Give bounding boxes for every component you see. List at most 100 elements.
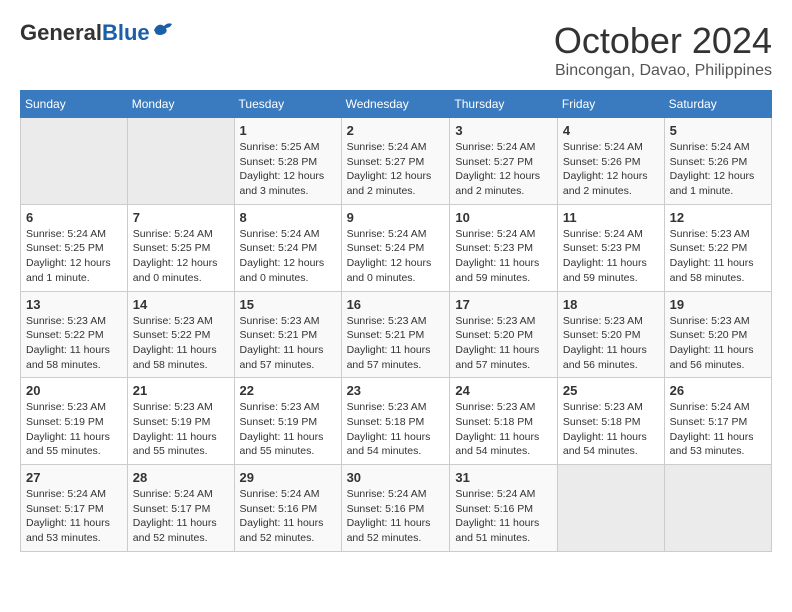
weekday-header-cell: Wednesday (341, 91, 450, 118)
calendar-cell: 9 Sunrise: 5:24 AMSunset: 5:24 PMDayligh… (341, 204, 450, 291)
day-info: Sunrise: 5:24 AMSunset: 5:16 PMDaylight:… (347, 487, 445, 546)
day-number: 2 (347, 123, 445, 138)
day-info: Sunrise: 5:24 AMSunset: 5:17 PMDaylight:… (670, 400, 766, 459)
day-number: 11 (563, 210, 659, 225)
day-number: 13 (26, 297, 122, 312)
weekday-header-row: SundayMondayTuesdayWednesdayThursdayFrid… (21, 91, 772, 118)
day-number: 7 (133, 210, 229, 225)
day-info: Sunrise: 5:23 AMSunset: 5:20 PMDaylight:… (563, 314, 659, 373)
calendar-cell: 13 Sunrise: 5:23 AMSunset: 5:22 PMDaylig… (21, 291, 128, 378)
weekday-header-cell: Sunday (21, 91, 128, 118)
logo-text: GeneralBlue (20, 20, 150, 46)
day-info: Sunrise: 5:23 AMSunset: 5:18 PMDaylight:… (455, 400, 552, 459)
day-number: 10 (455, 210, 552, 225)
day-number: 23 (347, 383, 445, 398)
day-number: 17 (455, 297, 552, 312)
calendar-week-row: 13 Sunrise: 5:23 AMSunset: 5:22 PMDaylig… (21, 291, 772, 378)
weekday-header-cell: Monday (127, 91, 234, 118)
day-info: Sunrise: 5:24 AMSunset: 5:25 PMDaylight:… (26, 227, 122, 286)
calendar-cell (127, 118, 234, 205)
calendar-cell: 10 Sunrise: 5:24 AMSunset: 5:23 PMDaylig… (450, 204, 558, 291)
day-info: Sunrise: 5:24 AMSunset: 5:24 PMDaylight:… (347, 227, 445, 286)
day-info: Sunrise: 5:24 AMSunset: 5:24 PMDaylight:… (240, 227, 336, 286)
logo: GeneralBlue (20, 20, 174, 46)
calendar-cell: 30 Sunrise: 5:24 AMSunset: 5:16 PMDaylig… (341, 465, 450, 552)
day-number: 5 (670, 123, 766, 138)
calendar-cell: 6 Sunrise: 5:24 AMSunset: 5:25 PMDayligh… (21, 204, 128, 291)
header: GeneralBlue October 2024 Bincongan, Dava… (20, 20, 772, 80)
calendar-cell: 20 Sunrise: 5:23 AMSunset: 5:19 PMDaylig… (21, 378, 128, 465)
calendar-cell: 23 Sunrise: 5:23 AMSunset: 5:18 PMDaylig… (341, 378, 450, 465)
day-number: 27 (26, 470, 122, 485)
day-info: Sunrise: 5:24 AMSunset: 5:16 PMDaylight:… (455, 487, 552, 546)
day-number: 25 (563, 383, 659, 398)
calendar-cell: 3 Sunrise: 5:24 AMSunset: 5:27 PMDayligh… (450, 118, 558, 205)
day-number: 8 (240, 210, 336, 225)
day-number: 6 (26, 210, 122, 225)
calendar-cell: 4 Sunrise: 5:24 AMSunset: 5:26 PMDayligh… (557, 118, 664, 205)
calendar-cell: 25 Sunrise: 5:23 AMSunset: 5:18 PMDaylig… (557, 378, 664, 465)
day-info: Sunrise: 5:23 AMSunset: 5:21 PMDaylight:… (347, 314, 445, 373)
calendar-week-row: 1 Sunrise: 5:25 AMSunset: 5:28 PMDayligh… (21, 118, 772, 205)
calendar-cell: 18 Sunrise: 5:23 AMSunset: 5:20 PMDaylig… (557, 291, 664, 378)
day-info: Sunrise: 5:24 AMSunset: 5:26 PMDaylight:… (670, 140, 766, 199)
day-number: 24 (455, 383, 552, 398)
weekday-header-cell: Tuesday (234, 91, 341, 118)
calendar-body: 1 Sunrise: 5:25 AMSunset: 5:28 PMDayligh… (21, 118, 772, 552)
day-number: 30 (347, 470, 445, 485)
logo-bird-icon (152, 20, 174, 38)
calendar-cell (664, 465, 771, 552)
day-info: Sunrise: 5:24 AMSunset: 5:23 PMDaylight:… (563, 227, 659, 286)
calendar-cell: 31 Sunrise: 5:24 AMSunset: 5:16 PMDaylig… (450, 465, 558, 552)
calendar-week-row: 6 Sunrise: 5:24 AMSunset: 5:25 PMDayligh… (21, 204, 772, 291)
calendar-cell: 8 Sunrise: 5:24 AMSunset: 5:24 PMDayligh… (234, 204, 341, 291)
day-info: Sunrise: 5:24 AMSunset: 5:27 PMDaylight:… (347, 140, 445, 199)
day-info: Sunrise: 5:24 AMSunset: 5:17 PMDaylight:… (26, 487, 122, 546)
calendar-cell: 21 Sunrise: 5:23 AMSunset: 5:19 PMDaylig… (127, 378, 234, 465)
calendar-cell: 28 Sunrise: 5:24 AMSunset: 5:17 PMDaylig… (127, 465, 234, 552)
day-number: 9 (347, 210, 445, 225)
day-info: Sunrise: 5:23 AMSunset: 5:19 PMDaylight:… (26, 400, 122, 459)
calendar-cell: 26 Sunrise: 5:24 AMSunset: 5:17 PMDaylig… (664, 378, 771, 465)
day-info: Sunrise: 5:24 AMSunset: 5:17 PMDaylight:… (133, 487, 229, 546)
day-number: 4 (563, 123, 659, 138)
calendar-table: SundayMondayTuesdayWednesdayThursdayFrid… (20, 90, 772, 552)
calendar-week-row: 27 Sunrise: 5:24 AMSunset: 5:17 PMDaylig… (21, 465, 772, 552)
day-info: Sunrise: 5:23 AMSunset: 5:19 PMDaylight:… (240, 400, 336, 459)
weekday-header-cell: Thursday (450, 91, 558, 118)
day-number: 14 (133, 297, 229, 312)
day-info: Sunrise: 5:24 AMSunset: 5:27 PMDaylight:… (455, 140, 552, 199)
calendar-cell: 15 Sunrise: 5:23 AMSunset: 5:21 PMDaylig… (234, 291, 341, 378)
calendar-cell: 27 Sunrise: 5:24 AMSunset: 5:17 PMDaylig… (21, 465, 128, 552)
calendar-cell: 5 Sunrise: 5:24 AMSunset: 5:26 PMDayligh… (664, 118, 771, 205)
day-info: Sunrise: 5:24 AMSunset: 5:16 PMDaylight:… (240, 487, 336, 546)
calendar-cell: 14 Sunrise: 5:23 AMSunset: 5:22 PMDaylig… (127, 291, 234, 378)
day-number: 28 (133, 470, 229, 485)
calendar-cell: 2 Sunrise: 5:24 AMSunset: 5:27 PMDayligh… (341, 118, 450, 205)
day-info: Sunrise: 5:23 AMSunset: 5:21 PMDaylight:… (240, 314, 336, 373)
calendar-cell (21, 118, 128, 205)
calendar-cell: 22 Sunrise: 5:23 AMSunset: 5:19 PMDaylig… (234, 378, 341, 465)
day-info: Sunrise: 5:23 AMSunset: 5:22 PMDaylight:… (26, 314, 122, 373)
calendar-header: SundayMondayTuesdayWednesdayThursdayFrid… (21, 91, 772, 118)
day-info: Sunrise: 5:23 AMSunset: 5:20 PMDaylight:… (455, 314, 552, 373)
day-number: 12 (670, 210, 766, 225)
day-info: Sunrise: 5:24 AMSunset: 5:23 PMDaylight:… (455, 227, 552, 286)
day-info: Sunrise: 5:24 AMSunset: 5:26 PMDaylight:… (563, 140, 659, 199)
calendar-cell: 16 Sunrise: 5:23 AMSunset: 5:21 PMDaylig… (341, 291, 450, 378)
calendar-cell: 29 Sunrise: 5:24 AMSunset: 5:16 PMDaylig… (234, 465, 341, 552)
day-number: 29 (240, 470, 336, 485)
day-number: 3 (455, 123, 552, 138)
day-number: 31 (455, 470, 552, 485)
day-info: Sunrise: 5:23 AMSunset: 5:20 PMDaylight:… (670, 314, 766, 373)
day-number: 18 (563, 297, 659, 312)
calendar-week-row: 20 Sunrise: 5:23 AMSunset: 5:19 PMDaylig… (21, 378, 772, 465)
calendar-cell: 1 Sunrise: 5:25 AMSunset: 5:28 PMDayligh… (234, 118, 341, 205)
day-info: Sunrise: 5:23 AMSunset: 5:22 PMDaylight:… (133, 314, 229, 373)
calendar-cell: 17 Sunrise: 5:23 AMSunset: 5:20 PMDaylig… (450, 291, 558, 378)
day-number: 22 (240, 383, 336, 398)
day-number: 19 (670, 297, 766, 312)
weekday-header-cell: Friday (557, 91, 664, 118)
calendar-cell (557, 465, 664, 552)
day-number: 26 (670, 383, 766, 398)
